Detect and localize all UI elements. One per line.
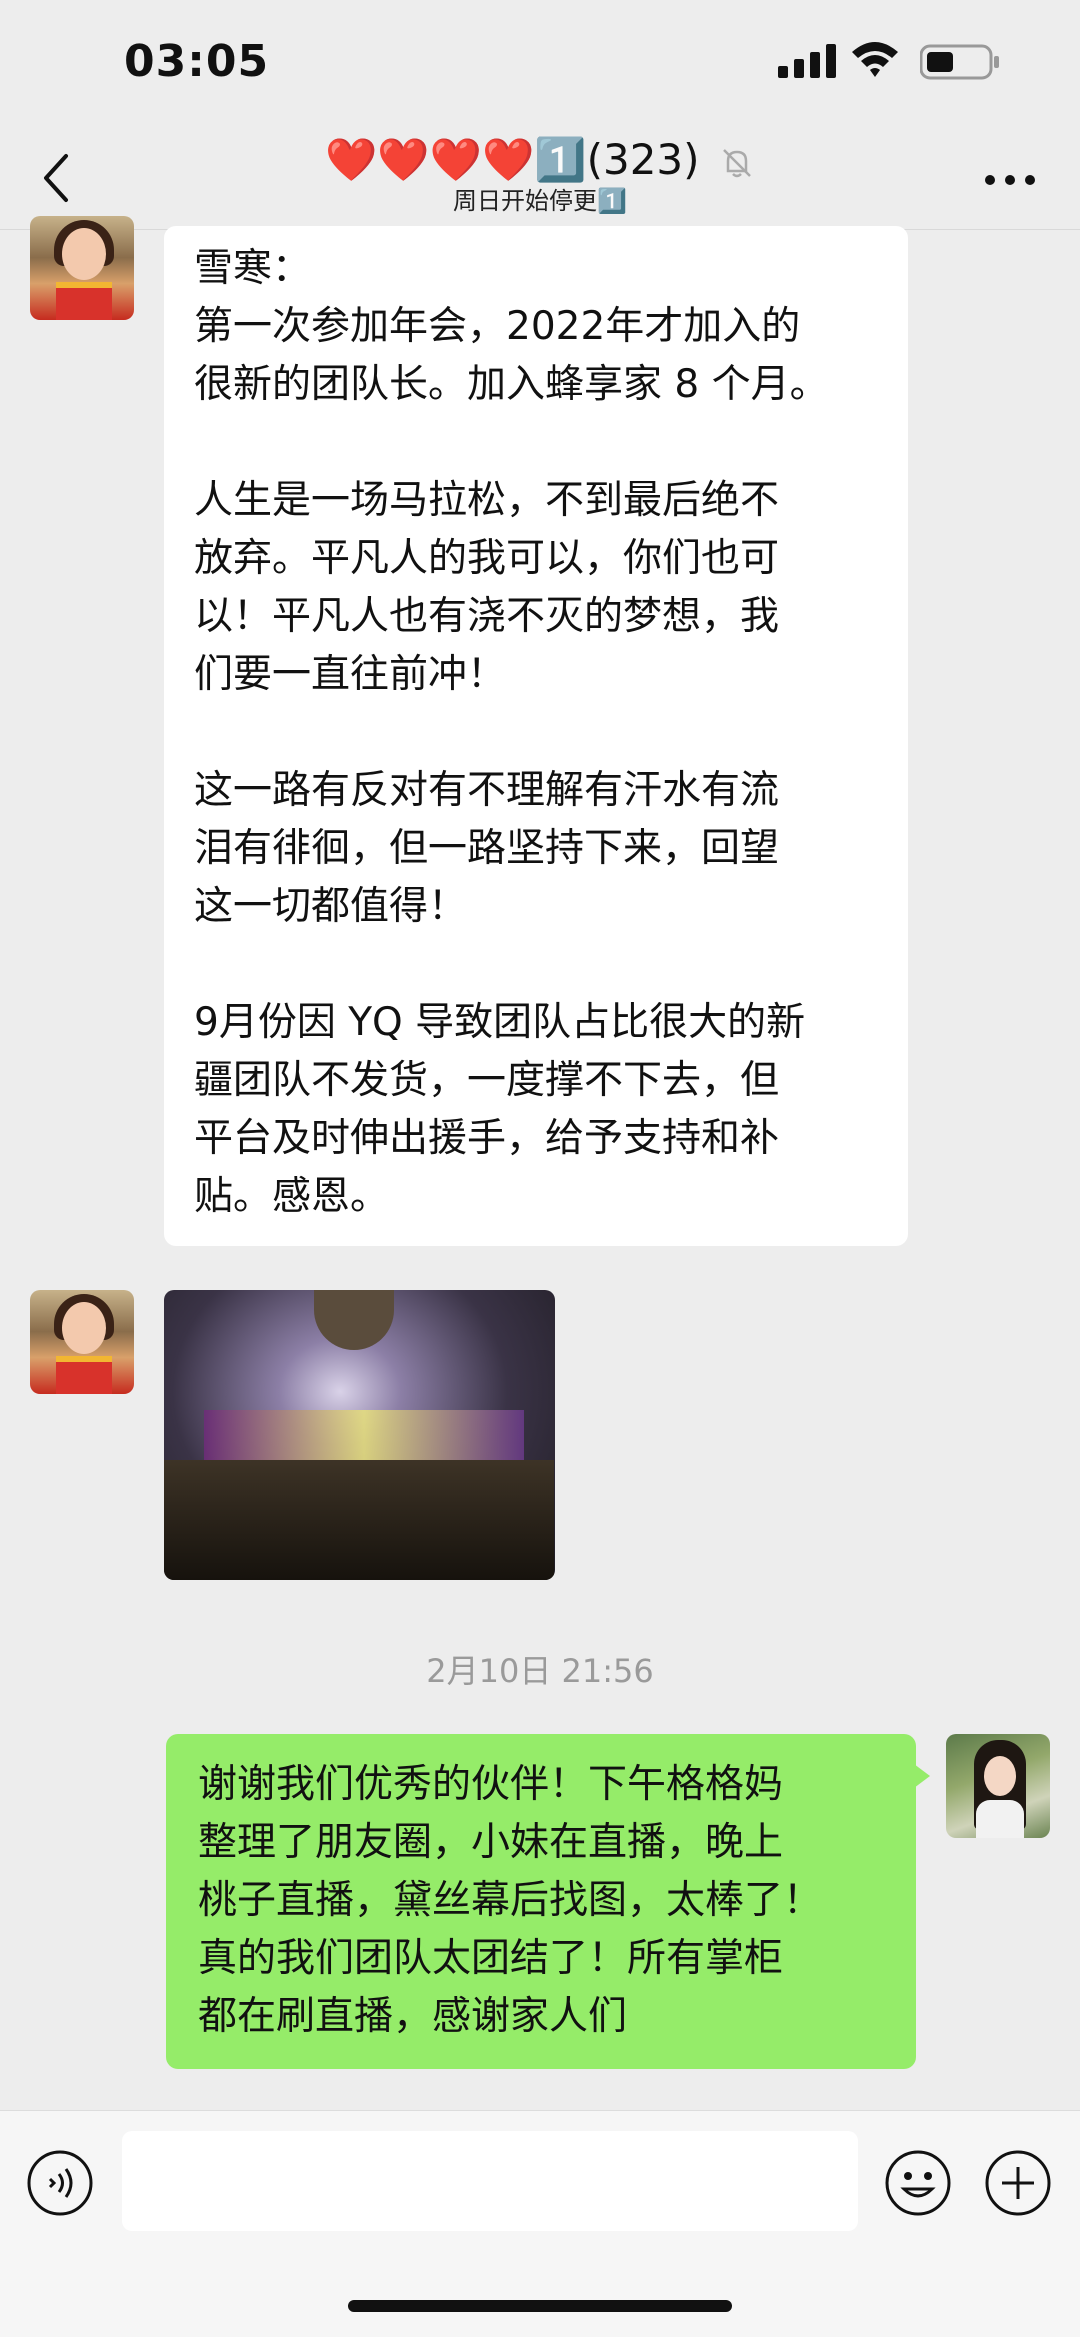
more-dots-icon[interactable] bbox=[982, 170, 1038, 190]
status-bar: 03:05 bbox=[0, 0, 1080, 130]
message-bubble-received[interactable]: 雪寒： 第一次参加年会，2022年才加入的 很新的团队长。加入蜂享家 8 个月。… bbox=[164, 226, 908, 1246]
sender-avatar[interactable] bbox=[30, 1290, 134, 1394]
chat-subtitle: 周日开始停更1️⃣ bbox=[453, 187, 627, 215]
chat-title-text: ❤️❤️❤️❤️1️⃣(323) bbox=[325, 135, 700, 184]
image-message[interactable] bbox=[164, 1290, 555, 1580]
emoji-icon[interactable] bbox=[884, 2149, 952, 2217]
home-indicator[interactable] bbox=[348, 2300, 732, 2312]
wifi-icon bbox=[852, 42, 898, 77]
message-bubble-sent[interactable]: 谢谢我们优秀的伙伴！下午格格妈 整理了朋友圈，小妹在直播，晚上 桃子直播，黛丝幕… bbox=[166, 1734, 930, 2069]
message-timestamp: 2月10日 21:56 bbox=[426, 1652, 654, 1690]
chat-header: ❤️❤️❤️❤️1️⃣(323) 周日开始停更1️⃣ bbox=[0, 130, 1080, 230]
status-time: 03:05 bbox=[124, 36, 270, 87]
bell-slash-icon bbox=[723, 148, 751, 177]
sender-avatar[interactable] bbox=[30, 216, 134, 320]
message-input[interactable] bbox=[122, 2131, 858, 2231]
plus-icon[interactable] bbox=[984, 2149, 1052, 2217]
voice-icon[interactable] bbox=[26, 2149, 94, 2217]
battery-icon bbox=[920, 44, 999, 80]
chat-title: ❤️❤️❤️❤️1️⃣(323) bbox=[0, 130, 1080, 190]
cellular-signal-icon bbox=[778, 44, 836, 78]
self-avatar[interactable] bbox=[946, 1734, 1050, 1838]
